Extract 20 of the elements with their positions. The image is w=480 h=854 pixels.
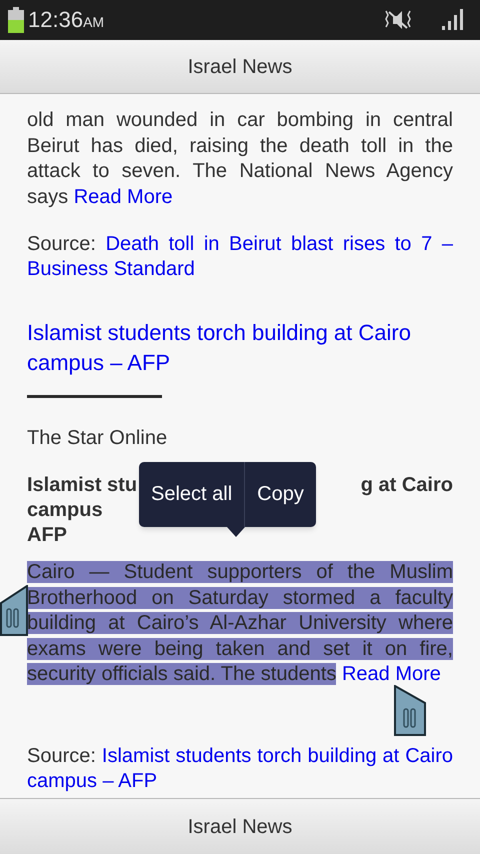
article-heading: Islamist stu: [27, 473, 138, 498]
publisher-name: The Star Online: [27, 426, 168, 451]
selection-handle[interactable]: [394, 685, 426, 737]
article-heading: campus: [27, 498, 103, 523]
article-heading: g at Cairo: [360, 473, 453, 498]
signal-icon: [442, 9, 464, 31]
window-title: Israel News: [188, 54, 292, 80]
battery-icon: [8, 7, 24, 33]
menu-item[interactable]: Select all: [139, 462, 244, 527]
read-more-link[interactable]: Read More: [342, 663, 441, 685]
article-paragraph: Cairo — Student supporters of the Muslim Brotherhood on Saturday stormed a faculty building at Cairo’s Al-Azhar University where exams were being taken and set it on fire, security officials said. The students Read More: [27, 560, 453, 687]
source-citation[interactable]: Source: Death toll in Beirut blast rises to 7 – Business Standard: [27, 232, 453, 282]
source-citation[interactable]: Source: Islamist students torch building at Cairo campus – AFP: [27, 744, 453, 794]
article-paragraph: old man wounded in car bombing in central Beirut has died, raising the death toll in the attack to seven. The National News Agency says Read More: [27, 108, 453, 210]
bottom-title: Israel News: [188, 814, 292, 840]
article-heading: AFP: [27, 523, 67, 548]
clock: 12:36AM: [28, 9, 104, 31]
read-more-link[interactable]: Read More: [74, 186, 173, 208]
menu-item[interactable]: Copy: [244, 462, 316, 527]
headline-link[interactable]: Islamist students torch building at Cairo campus – AFP: [27, 318, 453, 378]
